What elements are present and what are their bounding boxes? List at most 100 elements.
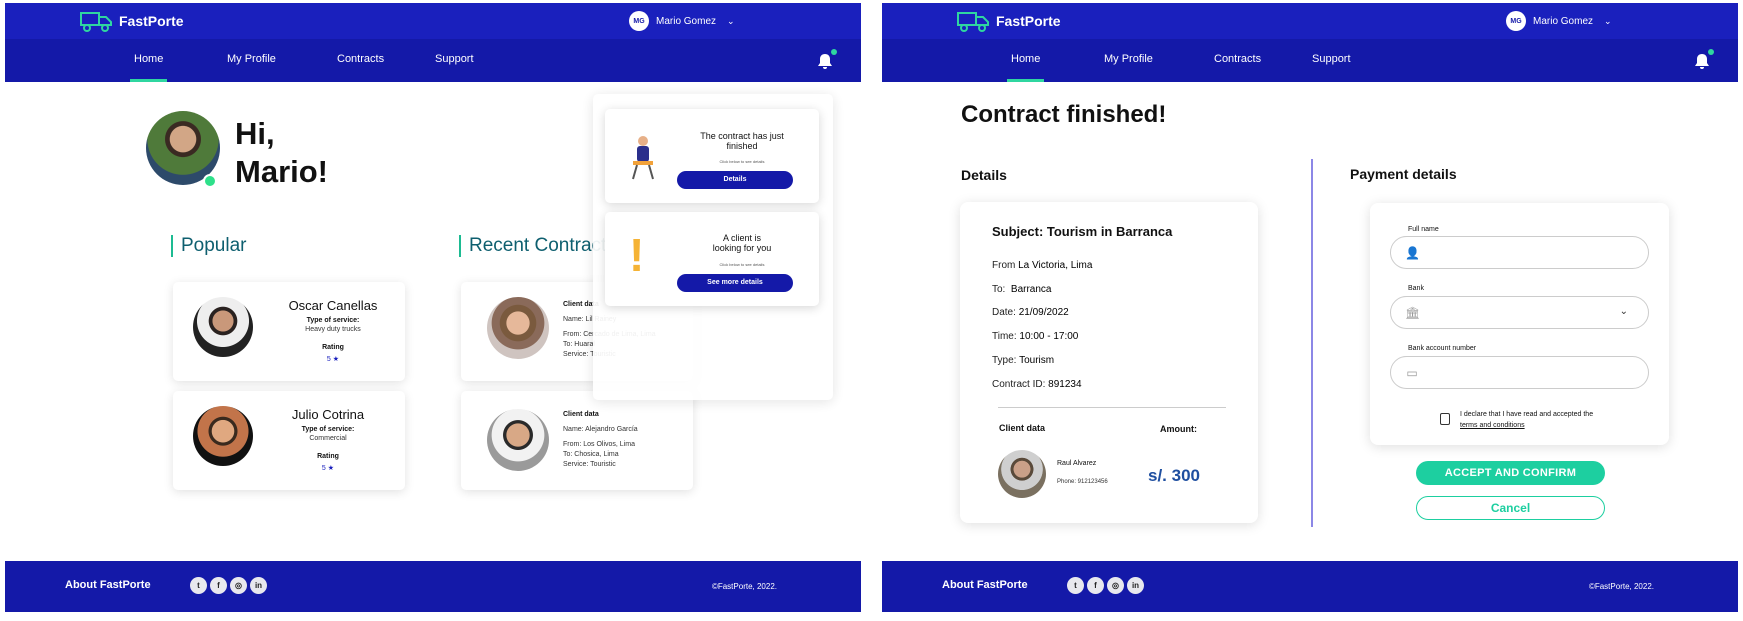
- client-photo: [487, 409, 549, 471]
- notification-text: The contract has just finished: [673, 131, 811, 151]
- notification-card[interactable]: The contract has just finished Click belo…: [605, 109, 819, 203]
- top-bar: FastPorte MG Mario Gomez ⌄: [5, 3, 861, 39]
- bank-account-input[interactable]: ▭: [1390, 356, 1649, 389]
- service-label: Type of service:: [301, 426, 355, 433]
- full-name-input[interactable]: 👤: [1390, 236, 1649, 269]
- about-link[interactable]: About FastPorte: [65, 579, 151, 591]
- declaration-text: I declare that I have read and accepted …: [1460, 411, 1594, 418]
- detail-label: From: [992, 260, 1016, 271]
- card-icon: ▭: [1406, 366, 1418, 380]
- divider: [1311, 159, 1313, 527]
- detail-time: Time: 10:00 - 17:00: [992, 331, 1078, 342]
- chevron-down-icon: ⌄: [1604, 15, 1612, 26]
- tab-support[interactable]: Support: [1312, 39, 1351, 82]
- service-value: Commercial: [309, 435, 347, 442]
- details-button[interactable]: Details: [677, 171, 793, 189]
- copyright: ©FastPorte, 2022.: [1588, 582, 1654, 591]
- facebook-icon[interactable]: f: [210, 577, 227, 594]
- detail-label: Date:: [992, 307, 1016, 318]
- rating-number: 5: [326, 356, 331, 363]
- detail-value: 21/09/2022: [1018, 307, 1069, 318]
- facebook-icon[interactable]: f: [1087, 577, 1104, 594]
- instagram-icon[interactable]: ◎: [1107, 577, 1124, 594]
- amount-value: s/. 300: [1148, 466, 1200, 485]
- client-photo: [998, 450, 1046, 498]
- payment-details-title: Payment details: [1350, 166, 1457, 182]
- logo[interactable]: FastPorte: [79, 9, 184, 33]
- linkedin-icon[interactable]: in: [1127, 577, 1144, 594]
- tab-support[interactable]: Support: [435, 39, 474, 82]
- bank-account-label: Bank account number: [1408, 345, 1477, 352]
- tab-home[interactable]: Home: [1006, 39, 1045, 82]
- client-data-label: Client data: [999, 423, 1046, 433]
- client-name: Name: Alejandro García: [563, 426, 638, 433]
- driver-photo: [193, 406, 253, 466]
- nav-bar: Home My Profile Contracts Support: [882, 39, 1738, 82]
- about-link[interactable]: About FastPorte: [942, 579, 1028, 591]
- page-title: Contract finished!: [961, 101, 1167, 128]
- notification-card[interactable]: ! A client is looking for you Click below…: [605, 212, 819, 306]
- tab-my-profile[interactable]: My Profile: [227, 39, 276, 82]
- popular-card[interactable]: Julio Cotrina Type of service: Commercia…: [173, 391, 405, 490]
- detail-value: 10:00 - 17:00: [1019, 331, 1079, 342]
- cancel-button[interactable]: Cancel: [1416, 496, 1605, 520]
- tab-contracts[interactable]: Contracts: [337, 39, 384, 82]
- notification-dot: [1708, 49, 1714, 55]
- twitter-icon[interactable]: t: [190, 577, 207, 594]
- client-data-label: Client data: [563, 411, 599, 418]
- online-status-dot: [203, 174, 217, 188]
- exclamation-icon: !: [629, 229, 645, 281]
- contract-finished-illustration: [632, 136, 654, 180]
- bank-icon: 🏛: [1405, 306, 1421, 320]
- top-bar: FastPorte MG Mario Gomez ⌄: [882, 3, 1738, 39]
- client-from: From: Los Olivos, Lima: [563, 441, 635, 448]
- truck-icon: [80, 12, 112, 32]
- detail-contract-id: Contract ID: 891234: [992, 379, 1082, 390]
- detail-label: Contract ID:: [992, 379, 1046, 390]
- popular-card[interactable]: Oscar Canellas Type of service: Heavy du…: [173, 282, 405, 381]
- user-avatar: MG: [629, 11, 649, 31]
- detail-value: Barranca: [1010, 284, 1052, 295]
- detail-label: To:: [992, 284, 1006, 295]
- greeting-line-2: Mario!: [235, 154, 328, 189]
- terms-checkbox[interactable]: [1440, 413, 1450, 425]
- twitter-icon[interactable]: t: [1067, 577, 1084, 594]
- notification-line-2: finished: [726, 141, 758, 151]
- notification-bell-icon[interactable]: [1692, 49, 1714, 71]
- brand-name: FastPorte: [119, 13, 184, 29]
- accept-confirm-button[interactable]: ACCEPT AND CONFIRM: [1416, 461, 1605, 485]
- recent-contract-card[interactable]: Client data Name: Alejandro García From:…: [461, 391, 693, 490]
- linkedin-icon[interactable]: in: [250, 577, 267, 594]
- see-more-details-button[interactable]: See more details: [677, 274, 793, 292]
- notification-line-1: A client is: [722, 233, 762, 243]
- client-service: Service: Touristic: [563, 461, 616, 468]
- notification-line-1: The contract has just: [700, 131, 784, 141]
- tab-my-profile[interactable]: My Profile: [1104, 39, 1153, 82]
- terms-link[interactable]: terms and conditions: [1460, 422, 1525, 429]
- logo[interactable]: FastPorte: [956, 9, 1061, 33]
- full-name-label: Full name: [1408, 226, 1439, 233]
- instagram-icon[interactable]: ◎: [230, 577, 247, 594]
- user-menu[interactable]: MG Mario Gomez ⌄: [1506, 11, 1612, 31]
- client-name: Raul Alvarez: [1057, 460, 1097, 467]
- driver-name: Julio Cotrina: [291, 407, 365, 422]
- contract-subject: Subject: Tourism in Barranca: [992, 224, 1173, 239]
- footer: About FastPorte t f ◎ in ©FastPorte, 202…: [882, 561, 1738, 612]
- driver-name: Oscar Canellas: [288, 298, 378, 313]
- detail-label: Time:: [992, 331, 1017, 342]
- user-menu[interactable]: MG Mario Gomez ⌄: [629, 11, 735, 31]
- bank-select[interactable]: 🏛 ⌄: [1390, 296, 1649, 329]
- contract-details-card: Subject: Tourism in Barranca From La Vic…: [960, 202, 1258, 523]
- payment-form-card: Full name 👤 Bank 🏛 ⌄ Bank account number …: [1370, 203, 1669, 445]
- social-links: t f ◎ in: [190, 577, 267, 594]
- notification-bell-icon[interactable]: [815, 49, 837, 71]
- brand-name: FastPorte: [996, 13, 1061, 29]
- home-screen: FastPorte MG Mario Gomez ⌄ Home My Profi…: [5, 3, 861, 612]
- detail-value: 891234: [1048, 379, 1082, 390]
- user-avatar: MG: [1506, 11, 1526, 31]
- rating-number: 5: [321, 465, 326, 472]
- star-icon: ★: [332, 356, 340, 363]
- tab-contracts[interactable]: Contracts: [1214, 39, 1261, 82]
- greeting-line-1: Hi,: [235, 116, 275, 151]
- tab-home[interactable]: Home: [129, 39, 168, 82]
